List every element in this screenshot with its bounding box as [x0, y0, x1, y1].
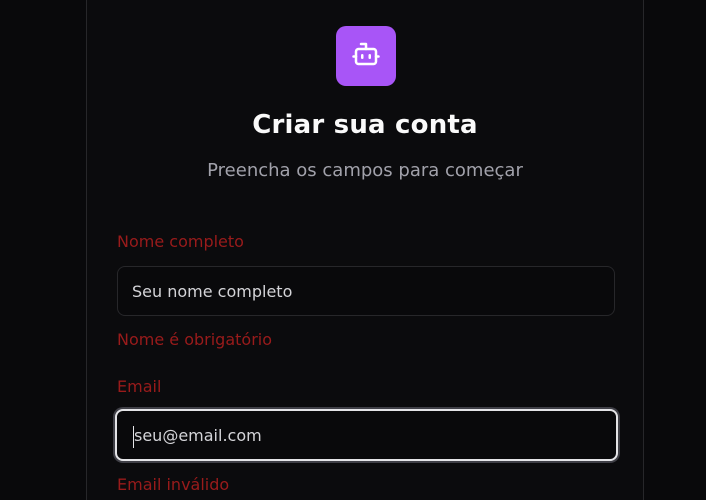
text-caret [133, 426, 134, 448]
page-title: Criar sua conta [252, 110, 478, 140]
page-subtitle: Preencha os campos para começar [207, 160, 523, 181]
email-field[interactable] [115, 409, 618, 461]
email-error-message: Email inválido [117, 475, 230, 494]
bot-icon [351, 39, 381, 73]
bot-logo [336, 26, 396, 86]
email-label: Email [117, 377, 162, 396]
name-label: Nome completo [117, 232, 244, 251]
name-field[interactable] [117, 266, 615, 316]
page: Criar sua conta Preencha os campos para … [0, 0, 706, 500]
name-error-message: Nome é obrigatório [117, 330, 273, 349]
